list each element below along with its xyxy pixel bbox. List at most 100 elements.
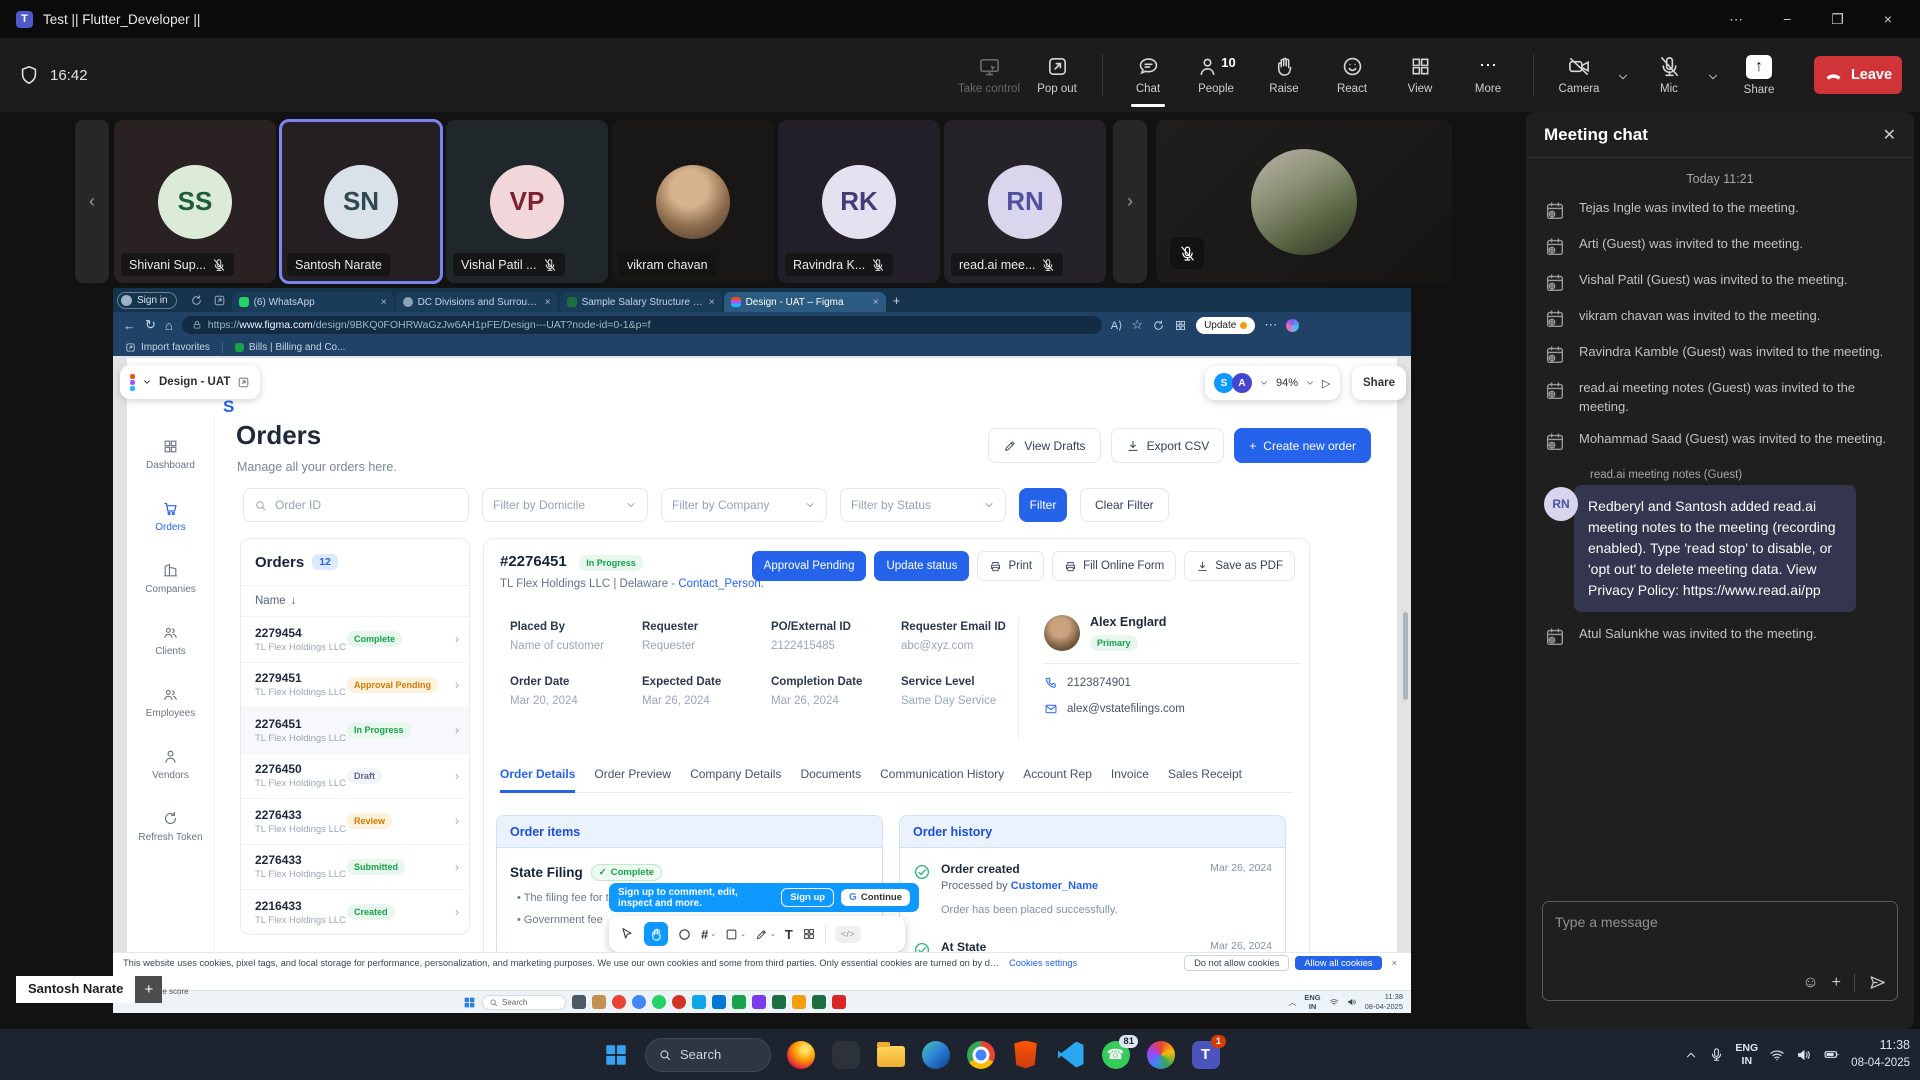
- language-indicator[interactable]: ENGIN: [1735, 1042, 1758, 1067]
- firefox-icon[interactable]: [785, 1039, 816, 1070]
- pen-tool[interactable]: ⌄: [755, 928, 776, 941]
- new-tab-button[interactable]: +: [893, 293, 901, 308]
- window-more-icon[interactable]: ⋯: [1729, 11, 1743, 28]
- reload-icon[interactable]: ↻: [145, 317, 156, 333]
- start-icon[interactable]: [463, 996, 476, 1009]
- teams-icon[interactable]: T 1: [1190, 1039, 1221, 1070]
- figma-share-button[interactable]: Share: [1352, 366, 1406, 400]
- close-chat-icon[interactable]: ✕: [1883, 125, 1896, 145]
- participant-tile[interactable]: RN read.ai mee...: [944, 120, 1106, 283]
- hand-tool-selected[interactable]: [644, 922, 668, 946]
- participant-tile[interactable]: VP Vishal Patil ...: [446, 120, 608, 283]
- file-explorer-icon[interactable]: [875, 1039, 906, 1070]
- tab-sales-receipt[interactable]: Sales Receipt: [1168, 767, 1242, 781]
- app-icon[interactable]: [752, 995, 766, 1009]
- taskbar-clock[interactable]: 11:3808-04-2025: [1851, 1037, 1910, 1071]
- participant-tile[interactable]: RK Ravindra K...: [778, 120, 940, 283]
- browser-tab[interactable]: Sample Salary Structure with calc ×: [560, 292, 722, 312]
- sidebar-item-dashboard[interactable]: Dashboard: [127, 438, 214, 500]
- more-button[interactable]: ⋯ More: [1457, 55, 1519, 95]
- create-new-order-button[interactable]: + Create new order: [1234, 428, 1371, 463]
- participant-tile[interactable]: vikram chavan: [612, 120, 774, 283]
- order-row[interactable]: 2276450TL Flex Holdings LLC Draft ›: [241, 754, 469, 800]
- mic-options-chevron-icon[interactable]: [1706, 70, 1720, 84]
- order-row[interactable]: 2279451TL Flex Holdings LLC Approval Pen…: [241, 663, 469, 709]
- view-drafts-button[interactable]: View Drafts: [988, 428, 1100, 463]
- filter-domicile-select[interactable]: Filter by Domicile: [482, 488, 648, 522]
- scroll-left-button[interactable]: ‹: [75, 120, 109, 283]
- take-control-button[interactable]: Take control: [958, 55, 1020, 95]
- move-tool[interactable]: [619, 926, 635, 942]
- browser-profile-button[interactable]: Sign in: [117, 292, 177, 309]
- app-icon[interactable]: [692, 995, 706, 1009]
- back-icon[interactable]: ←: [123, 318, 136, 333]
- chat-message-input[interactable]: Type a message ☺ +: [1542, 901, 1898, 1001]
- window-maximize-icon[interactable]: ❐: [1831, 11, 1844, 28]
- emoji-icon[interactable]: ☺: [1802, 974, 1818, 992]
- tab-account-rep[interactable]: Account Rep: [1023, 767, 1092, 781]
- collaborator-avatar[interactable]: S: [1214, 373, 1234, 393]
- sidebar-item-orders[interactable]: Orders: [127, 500, 214, 562]
- camera-options-chevron-icon[interactable]: [1616, 70, 1630, 84]
- window-close-icon[interactable]: ×: [1884, 11, 1892, 28]
- deny-cookies-button[interactable]: Do not allow cookies: [1184, 955, 1289, 971]
- order-row[interactable]: 2216433TL Flex Holdings LLC Created ›: [241, 890, 469, 935]
- shared-clock[interactable]: 11:3808-04-2025: [1365, 992, 1403, 1012]
- start-button[interactable]: [600, 1039, 631, 1070]
- app-icon[interactable]: [712, 995, 726, 1009]
- name-column-header[interactable]: Name↓: [241, 585, 469, 617]
- comment-tool[interactable]: [677, 927, 692, 942]
- sidebar-item-refresh-token[interactable]: Refresh Token: [127, 810, 214, 872]
- window-minimize-icon[interactable]: −: [1783, 11, 1791, 28]
- chevron-down-icon[interactable]: [1259, 378, 1269, 388]
- app-sphere-icon[interactable]: [1145, 1039, 1176, 1070]
- attach-plus-icon[interactable]: +: [1832, 974, 1841, 992]
- vscode-icon[interactable]: [1055, 1039, 1086, 1070]
- copilot-icon[interactable]: [1286, 319, 1299, 332]
- mic-button[interactable]: Mic: [1638, 55, 1700, 95]
- browser-tab[interactable]: DC Divisions and Surroundings ×: [396, 292, 558, 312]
- sidebar-item-vendors[interactable]: Vendors: [127, 748, 214, 810]
- tab-documents[interactable]: Documents: [800, 767, 861, 781]
- allow-cookies-button[interactable]: Allow all cookies: [1295, 956, 1381, 970]
- tab-invoice[interactable]: Invoice: [1111, 767, 1149, 781]
- order-row[interactable]: 2276433TL Flex Holdings LLC Submitted ›: [241, 845, 469, 891]
- battery-icon[interactable]: [1823, 1046, 1840, 1063]
- layout-panel-icon[interactable]: [237, 376, 250, 389]
- tab-close-icon[interactable]: ×: [709, 297, 715, 308]
- tab-order-details[interactable]: Order Details: [500, 767, 575, 781]
- app-icon[interactable]: [772, 995, 786, 1009]
- app-icon[interactable]: [612, 995, 626, 1009]
- tab-close-icon[interactable]: ×: [545, 297, 551, 308]
- volume-icon[interactable]: [1796, 1047, 1812, 1063]
- send-icon[interactable]: [1868, 973, 1887, 992]
- contact-phone[interactable]: 2123874901: [1044, 676, 1300, 690]
- app-icon[interactable]: [632, 995, 646, 1009]
- tab-order-preview[interactable]: Order Preview: [594, 767, 671, 781]
- import-favorites-button[interactable]: Import favorites: [125, 342, 210, 353]
- pin-add-button[interactable]: +: [135, 976, 162, 1003]
- sidebar-item-employees[interactable]: Employees: [127, 686, 214, 748]
- app-icon[interactable]: [792, 995, 806, 1009]
- collaborator-avatar[interactable]: A: [1232, 373, 1252, 393]
- frame-tool[interactable]: #⌄: [701, 927, 716, 942]
- react-button[interactable]: React: [1321, 55, 1383, 95]
- read-aloud-icon[interactable]: A⟩: [1111, 319, 1123, 332]
- bookmark-item[interactable]: Bills | Billing and Co...: [235, 342, 346, 353]
- app-icon[interactable]: [830, 1039, 861, 1070]
- taskbar-search[interactable]: Search: [645, 1038, 771, 1072]
- tab-communication-history[interactable]: Communication History: [880, 767, 1004, 781]
- tab-close-icon[interactable]: ×: [381, 297, 387, 308]
- tray-chevron-icon[interactable]: [1684, 1048, 1698, 1062]
- participant-tile[interactable]: SN Santosh Narate: [280, 120, 442, 283]
- vertical-tabs-icon[interactable]: [213, 294, 226, 307]
- camera-button[interactable]: Camera: [1548, 55, 1610, 95]
- customer-name-link[interactable]: Customer_Name: [1011, 880, 1098, 892]
- order-row-selected[interactable]: 2276451TL Flex Holdings LLC In Progress …: [241, 708, 469, 754]
- app-icon[interactable]: [572, 995, 586, 1009]
- people-button[interactable]: 10 People: [1185, 55, 1247, 95]
- extensions-icon[interactable]: [1174, 319, 1187, 332]
- app-icon[interactable]: [672, 995, 686, 1009]
- wifi-icon[interactable]: [1329, 997, 1339, 1007]
- app-icon[interactable]: [732, 995, 746, 1009]
